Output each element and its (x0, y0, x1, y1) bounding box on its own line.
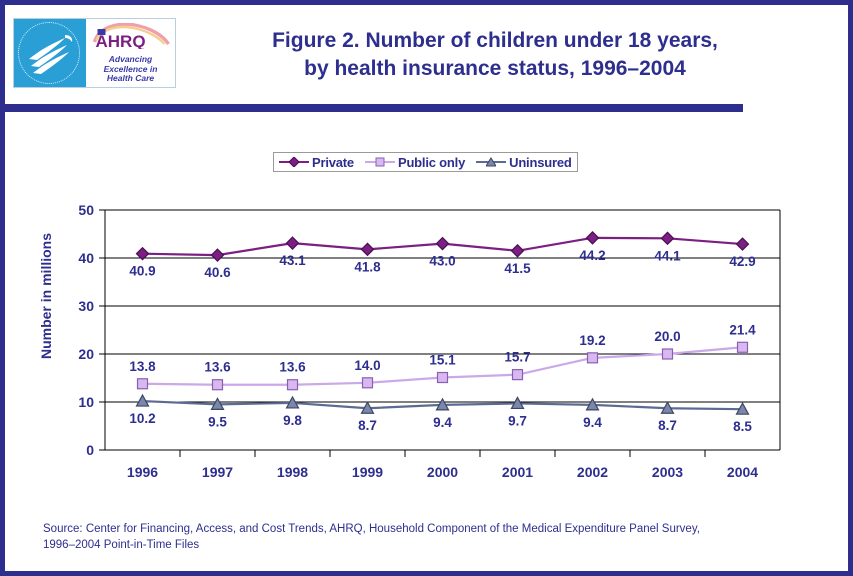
data-point-marker (436, 371, 449, 384)
figure-title: Figure 2. Number of children under 18 ye… (185, 27, 805, 83)
data-value-label: 41.8 (354, 259, 381, 274)
data-value-label: 8.7 (658, 418, 677, 433)
data-point-marker (360, 242, 375, 257)
x-tick-label: 1999 (352, 464, 383, 480)
figure-page: AHRQ Advancing Excellence in Health Care… (0, 0, 853, 576)
data-value-label: 9.4 (583, 415, 602, 430)
data-value-label: 13.8 (129, 359, 156, 374)
hhs-seal-icon (14, 19, 86, 87)
header-divider-bar (5, 104, 743, 112)
data-value-label: 14.0 (354, 358, 380, 373)
ahrq-tagline-line2: Excellence in (103, 63, 158, 74)
data-value-label: 10.2 (129, 411, 155, 426)
data-value-label: 44.1 (654, 248, 681, 263)
data-point-marker (435, 236, 450, 251)
y-tick-label: 10 (78, 394, 94, 410)
data-value-label: 42.9 (729, 254, 755, 269)
data-value-label: 20.0 (654, 329, 680, 344)
source-note: Source: Center for Financing, Access, an… (43, 521, 823, 553)
data-value-label: 43.0 (429, 254, 455, 269)
data-point-marker (361, 377, 374, 389)
data-point-marker (511, 369, 524, 381)
data-point-marker (136, 378, 149, 390)
data-value-label: 9.4 (433, 415, 452, 430)
ahrq-tagline: Advancing Excellence in Health Care (86, 54, 175, 84)
data-point-marker (736, 341, 749, 353)
ahrq-brand: AHRQ Advancing Excellence in Health Care (86, 19, 175, 87)
y-tick-label: 20 (78, 346, 94, 362)
ahrq-wordmark-icon: AHRQ (92, 22, 170, 51)
y-tick-label: 30 (78, 298, 94, 314)
data-value-label: 13.6 (279, 360, 306, 375)
header: AHRQ Advancing Excellence in Health Care… (5, 5, 848, 97)
data-value-label: 41.5 (504, 261, 531, 276)
y-tick-label: 40 (78, 250, 94, 266)
data-value-label: 9.8 (283, 413, 302, 428)
y-tick-label: 0 (86, 442, 94, 458)
data-value-label: 44.2 (579, 248, 605, 263)
data-value-label: 19.2 (579, 333, 605, 348)
x-tick-label: 2001 (502, 464, 533, 480)
line-chart-plot: 0 10 20 30 40 50 1996 1997 1998 1999 2000 2001 2002… (78, 202, 781, 480)
ahrq-tagline-line1: Advancing (108, 54, 153, 64)
data-value-label: 9.7 (508, 413, 527, 428)
data-value-label: 43.1 (279, 253, 306, 268)
data-point-marker (660, 231, 675, 246)
ahrq-tagline-line3: Health Care (106, 73, 155, 83)
data-value-label: 40.6 (204, 265, 231, 280)
data-point-marker (211, 379, 224, 391)
x-tick-label: 2003 (652, 464, 683, 480)
ahrq-hhs-logo: AHRQ Advancing Excellence in Health Care (13, 18, 176, 88)
data-point-marker (286, 379, 299, 391)
data-point-marker (586, 352, 599, 364)
x-tick-labels: 1996 1997 1998 1999 2000 2001 2002 2003 2004 (127, 464, 758, 480)
figure-title-line1: Figure 2. Number of children under 18 ye… (272, 29, 718, 52)
data-point-marker (735, 237, 750, 251)
y-tick-label: 50 (78, 202, 94, 218)
data-point-marker (585, 230, 600, 245)
x-tick-label: 1996 (127, 464, 158, 480)
x-tick-label: 1997 (202, 464, 233, 480)
data-value-label: 8.7 (358, 418, 377, 433)
y-tick-labels: 0 10 20 30 40 50 (78, 202, 94, 458)
x-tick-label: 2002 (577, 464, 608, 480)
data-value-label: 13.6 (204, 360, 231, 375)
source-line1: Source: Center for Financing, Access, an… (43, 523, 700, 535)
x-tick-label: 1998 (277, 464, 308, 480)
data-point-marker (510, 243, 525, 258)
figure-title-line2: by health insurance status, 1996–2004 (304, 57, 686, 80)
data-value-label: 21.4 (729, 322, 756, 337)
data-value-label: 8.5 (733, 419, 752, 434)
x-tick-label: 2000 (427, 464, 458, 480)
data-value-label: 40.9 (129, 264, 155, 279)
data-point-marker (285, 236, 300, 250)
chart-container: Private Public only Uninsured Number in … (5, 120, 848, 505)
source-line2: 1996–2004 Point-in-Time Files (43, 539, 200, 551)
data-point-marker (210, 248, 225, 262)
data-point-marker (661, 348, 674, 360)
x-tick-label: 2004 (727, 464, 758, 480)
data-value-label: 15.1 (429, 353, 456, 368)
data-value-label: 15.7 (504, 350, 530, 365)
hhs-eagle-icon (29, 35, 73, 74)
data-value-label: 9.5 (208, 414, 227, 429)
